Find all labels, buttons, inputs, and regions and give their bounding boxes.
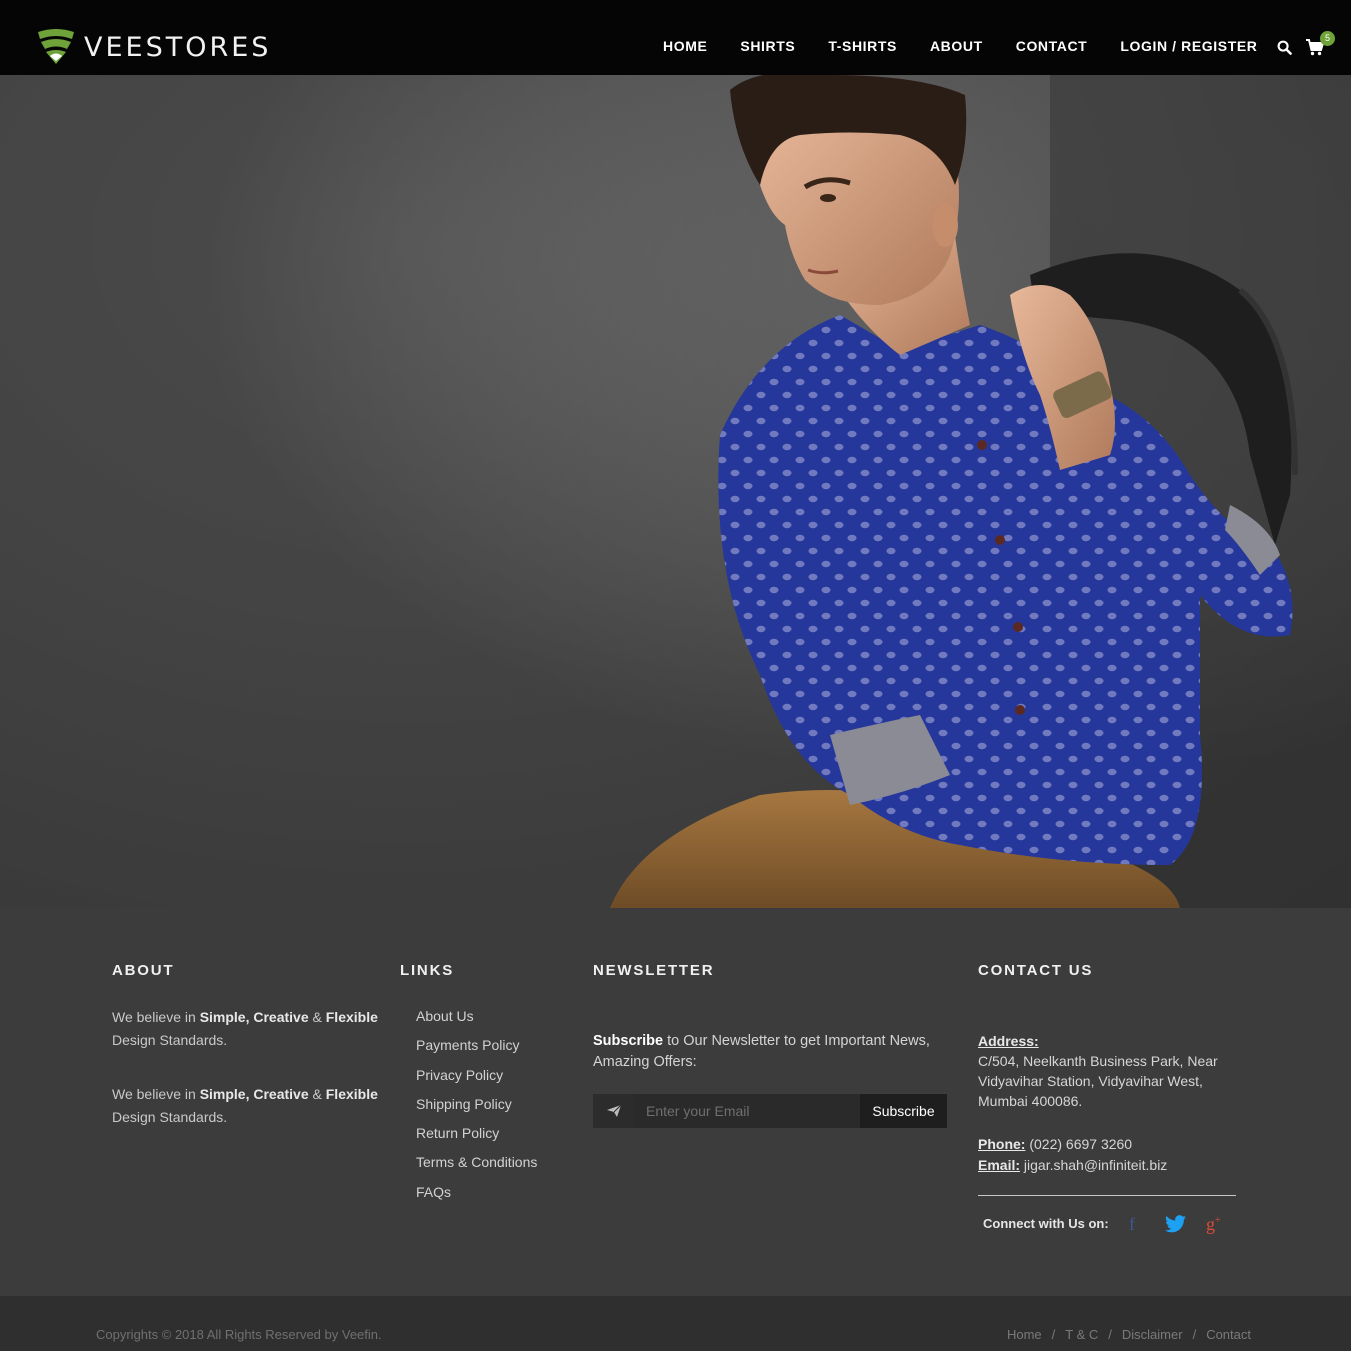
- link-privacy-policy[interactable]: Privacy Policy: [416, 1067, 503, 1083]
- brand-name: VEESTORES: [84, 31, 272, 63]
- contact-email: Email: jigar.shah@infiniteit.biz: [978, 1155, 1238, 1175]
- contact-phone: Phone: (022) 6697 3260: [978, 1134, 1238, 1154]
- address-label: Address:: [978, 1033, 1039, 1049]
- separator: /: [1192, 1327, 1197, 1342]
- email-label: Email:: [978, 1157, 1021, 1173]
- list-item: About Us: [416, 1008, 537, 1037]
- footer-links-title: LINKS: [400, 962, 454, 979]
- list-item: FAQs: [416, 1184, 537, 1213]
- bottom-bar: Copyrights © 2018 All Rights Reserved by…: [0, 1296, 1351, 1351]
- separator: /: [1051, 1327, 1056, 1342]
- separator: /: [1108, 1327, 1112, 1342]
- subscribe-button[interactable]: Subscribe: [860, 1094, 947, 1128]
- address-value: C/504, Neelkanth Business Park, Near Vid…: [978, 1053, 1218, 1109]
- phone-value: (022) 6697 3260: [1025, 1136, 1133, 1152]
- link-shipping-policy[interactable]: Shipping Policy: [416, 1096, 512, 1112]
- twitter-icon[interactable]: [1165, 1215, 1186, 1238]
- google-plus-icon[interactable]: g+: [1206, 1214, 1221, 1235]
- list-item: Terms & Conditions: [416, 1154, 537, 1183]
- bottom-link-tc[interactable]: T & C: [1065, 1327, 1098, 1342]
- email-value[interactable]: jigar.shah@infiniteit.biz: [1020, 1157, 1167, 1173]
- about-paragraph-1: We believe in Simple, Creative & Flexibl…: [112, 1009, 378, 1048]
- footer-links-list: About Us Payments Policy Privacy Policy …: [416, 1008, 537, 1213]
- contact-divider: [978, 1195, 1236, 1196]
- footer: ABOUT We believe in Simple, Creative & F…: [0, 908, 1351, 1296]
- newsletter-form: Subscribe: [593, 1094, 947, 1128]
- bottom-link-home[interactable]: Home: [1007, 1327, 1042, 1342]
- paper-plane-icon: [593, 1094, 634, 1128]
- cart-count-badge: 5: [1320, 31, 1335, 46]
- phone-label: Phone:: [978, 1136, 1026, 1152]
- list-item: Privacy Policy: [416, 1067, 537, 1096]
- hero-banner: [0, 75, 1351, 908]
- search-icon[interactable]: [1277, 40, 1292, 55]
- footer-contact-title: CONTACT US: [978, 962, 1094, 979]
- top-navbar: VEESTORES HOME SHIRTS T-SHIRTS ABOUT CON…: [0, 0, 1351, 75]
- list-item: Payments Policy: [416, 1037, 537, 1066]
- link-return-policy[interactable]: Return Policy: [416, 1125, 499, 1141]
- link-terms-conditions[interactable]: Terms & Conditions: [416, 1154, 537, 1170]
- nav-login-register[interactable]: LOGIN / REGISTER: [1120, 38, 1257, 54]
- nav-tshirts[interactable]: T-SHIRTS: [828, 38, 897, 54]
- bottom-link-contact[interactable]: Contact: [1206, 1327, 1251, 1342]
- about-paragraph-2: We believe in Simple, Creative & Flexibl…: [112, 1086, 378, 1125]
- newsletter-description: Subscribe to Our Newsletter to get Impor…: [593, 1033, 930, 1070]
- nav-contact[interactable]: CONTACT: [1016, 38, 1088, 54]
- nav-about[interactable]: ABOUT: [930, 38, 983, 54]
- contact-address: Address: C/504, Neelkanth Business Park,…: [978, 1031, 1238, 1111]
- nav-shirts[interactable]: SHIRTS: [740, 38, 795, 54]
- connect-label: Connect with Us on:: [983, 1216, 1109, 1231]
- copyright-text: Copyrights © 2018 All Rights Reserved by…: [96, 1327, 382, 1342]
- link-about-us[interactable]: About Us: [416, 1008, 474, 1024]
- newsletter-email-input[interactable]: [634, 1094, 860, 1128]
- link-payments-policy[interactable]: Payments Policy: [416, 1037, 519, 1053]
- logo-icon: [38, 29, 74, 64]
- bottom-link-disclaimer[interactable]: Disclaimer: [1122, 1327, 1183, 1342]
- main-nav: HOME SHIRTS T-SHIRTS ABOUT CONTACT LOGIN…: [663, 38, 1258, 54]
- link-faqs[interactable]: FAQs: [416, 1184, 451, 1200]
- footer-newsletter-title: NEWSLETTER: [593, 962, 715, 979]
- list-item: Return Policy: [416, 1125, 537, 1154]
- brand-logo[interactable]: VEESTORES: [36, 28, 271, 66]
- hero-model-image: [0, 75, 1351, 908]
- footer-about-title: ABOUT: [112, 962, 175, 979]
- list-item: Shipping Policy: [416, 1096, 537, 1125]
- bottom-links: Home / T & C / Disclaimer / Contact: [1007, 1327, 1251, 1342]
- nav-home[interactable]: HOME: [663, 38, 707, 54]
- facebook-icon[interactable]: f: [1129, 1214, 1135, 1235]
